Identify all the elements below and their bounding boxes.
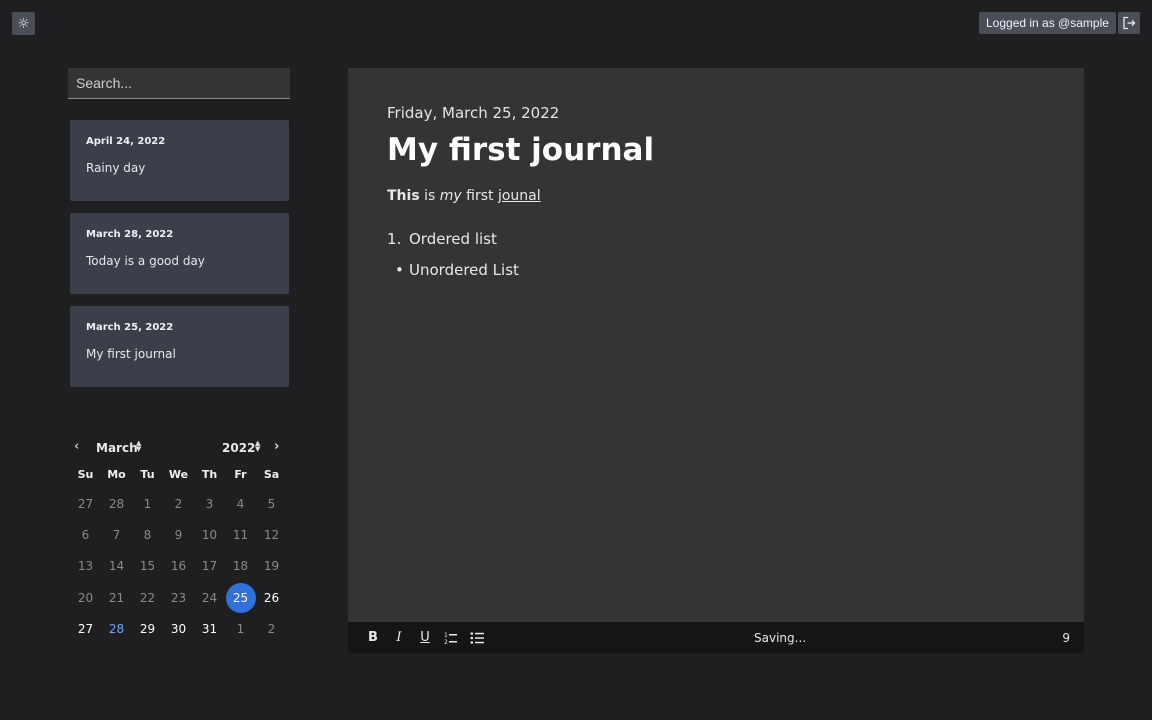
- weekday-label: Mo: [107, 468, 126, 481]
- calendar-day[interactable]: 1: [225, 613, 256, 644]
- calendar-day[interactable]: 3: [194, 488, 225, 519]
- svg-text:2: 2: [444, 639, 448, 645]
- calendar-day[interactable]: 17: [194, 551, 225, 582]
- sort-arrows-icon[interactable]: ▲ ▼: [255, 440, 260, 453]
- calendar-day[interactable]: 2: [256, 613, 287, 644]
- italic-icon: I: [396, 630, 402, 645]
- underline-icon: U: [420, 630, 430, 645]
- calendar-day[interactable]: 18: [225, 551, 256, 582]
- calendar-day[interactable]: 8: [132, 519, 163, 550]
- calendar-day[interactable]: 16: [163, 551, 194, 582]
- sun-icon: ☼: [17, 15, 30, 32]
- list-item-text: Ordered list: [409, 230, 497, 248]
- plain-text: is: [419, 188, 440, 204]
- weekday-label: Su: [77, 468, 94, 481]
- calendar-day[interactable]: 10: [194, 519, 225, 550]
- logout-icon: [1123, 16, 1136, 30]
- bold-icon: B: [368, 630, 378, 645]
- word-count: 9: [1062, 630, 1070, 645]
- calendar-day[interactable]: 12: [256, 519, 287, 550]
- entry-card[interactable]: March 25, 2022 My first journal: [70, 306, 289, 387]
- calendar-day[interactable]: 31: [194, 613, 225, 644]
- entry-title[interactable]: My first journal: [387, 132, 1045, 168]
- logout-button[interactable]: [1118, 12, 1140, 34]
- calendar-day[interactable]: 2: [163, 488, 194, 519]
- calendar-day[interactable]: 1: [132, 488, 163, 519]
- unordered-list-item[interactable]: • Unordered List: [387, 261, 1045, 292]
- weekday-label: Fr: [234, 468, 247, 481]
- ordered-list-button[interactable]: 1 2: [438, 628, 464, 648]
- calendar-header: ‹ March ▲ ▼ 2022 ▲ ▼ ›: [70, 438, 290, 458]
- calendar-day-selected[interactable]: 25: [225, 582, 256, 613]
- calendar-day[interactable]: 11: [225, 519, 256, 550]
- svg-text:1: 1: [444, 632, 448, 639]
- unordered-list-button[interactable]: [464, 628, 490, 648]
- weekday-label: Th: [201, 468, 218, 481]
- calendar-day[interactable]: 15: [132, 551, 163, 582]
- list-number: 1.: [387, 230, 402, 248]
- calendar-day[interactable]: 26: [256, 582, 287, 613]
- calendar-day[interactable]: 9: [163, 519, 194, 550]
- bold-text: This: [387, 188, 420, 204]
- italic-text: my: [439, 188, 462, 204]
- entry-card-title: Today is a good day: [86, 254, 205, 268]
- chevron-left-icon[interactable]: ‹: [74, 439, 79, 454]
- unordered-list-icon: [470, 631, 484, 644]
- calendar-day[interactable]: 30: [163, 613, 194, 644]
- underline-button[interactable]: U: [412, 628, 438, 648]
- calendar: ‹ March ▲ ▼ 2022 ▲ ▼ › Su Mo Tu We Th Fr S…: [70, 438, 290, 644]
- entry-paragraph[interactable]: This is my first jounal: [387, 188, 1045, 204]
- bold-button[interactable]: B: [360, 628, 386, 648]
- entry-card-title: Rainy day: [86, 161, 146, 175]
- bullet-icon: •: [395, 261, 404, 279]
- calendar-day[interactable]: 27: [70, 488, 101, 519]
- plain-text: first: [461, 188, 498, 204]
- chevron-right-icon[interactable]: ›: [274, 439, 279, 454]
- editor-toolbar: B I U 1 2 Saving... 9: [348, 622, 1084, 653]
- search-input[interactable]: [68, 68, 290, 99]
- logged-in-button[interactable]: Logged in as @sample: [979, 12, 1116, 34]
- entry-list: April 24, 2022 Rainy day March 28, 2022 …: [70, 120, 289, 399]
- entry-card-date: March 25, 2022: [86, 322, 174, 333]
- journal-editor[interactable]: Friday, March 25, 2022 My first journal …: [348, 68, 1084, 653]
- entry-card-title: My first journal: [86, 347, 176, 361]
- calendar-day[interactable]: 14: [101, 551, 132, 582]
- calendar-day[interactable]: 19: [256, 551, 287, 582]
- calendar-day[interactable]: 29: [132, 613, 163, 644]
- sort-arrows-icon[interactable]: ▲ ▼: [136, 440, 141, 453]
- save-status: Saving...: [754, 630, 807, 645]
- calendar-day[interactable]: 24: [194, 582, 225, 613]
- ordered-list-item[interactable]: 1. Ordered list: [387, 230, 1045, 261]
- calendar-day[interactable]: 5: [256, 488, 287, 519]
- calendar-day[interactable]: 22: [132, 582, 163, 613]
- theme-toggle-button[interactable]: ☼: [12, 12, 35, 35]
- calendar-day[interactable]: 13: [70, 551, 101, 582]
- italic-button[interactable]: I: [386, 628, 412, 648]
- calendar-day[interactable]: 6: [70, 519, 101, 550]
- entry-card[interactable]: April 24, 2022 Rainy day: [70, 120, 289, 201]
- calendar-grid: Su Mo Tu We Th Fr Sa 27 28 1 2 3 4 5 6 7…: [70, 468, 290, 644]
- calendar-year-select[interactable]: 2022: [222, 441, 255, 455]
- ordered-list-icon: 1 2: [444, 632, 457, 645]
- calendar-month-select[interactable]: March: [96, 441, 138, 455]
- calendar-day[interactable]: 28: [101, 488, 132, 519]
- editor-content[interactable]: Friday, March 25, 2022 My first journal …: [348, 68, 1084, 328]
- calendar-day-today[interactable]: 28: [101, 613, 132, 644]
- entry-date: Friday, March 25, 2022: [387, 104, 560, 122]
- underlined-text: jounal: [497, 188, 541, 204]
- entry-lists[interactable]: 1. Ordered list • Unordered List: [387, 230, 1045, 292]
- weekday-label: Tu: [140, 468, 155, 481]
- entry-card[interactable]: March 28, 2022 Today is a good day: [70, 213, 289, 294]
- weekday-label: We: [168, 468, 189, 481]
- list-item-text: Unordered List: [409, 261, 519, 279]
- entry-card-date: March 28, 2022: [86, 229, 174, 240]
- entry-card-date: April 24, 2022: [86, 136, 166, 147]
- calendar-day[interactable]: 23: [163, 582, 194, 613]
- calendar-day[interactable]: 7: [101, 519, 132, 550]
- calendar-day[interactable]: 20: [70, 582, 101, 613]
- calendar-day[interactable]: 4: [225, 488, 256, 519]
- calendar-day[interactable]: 27: [70, 613, 101, 644]
- calendar-day[interactable]: 21: [101, 582, 132, 613]
- weekday-label: Sa: [263, 468, 280, 481]
